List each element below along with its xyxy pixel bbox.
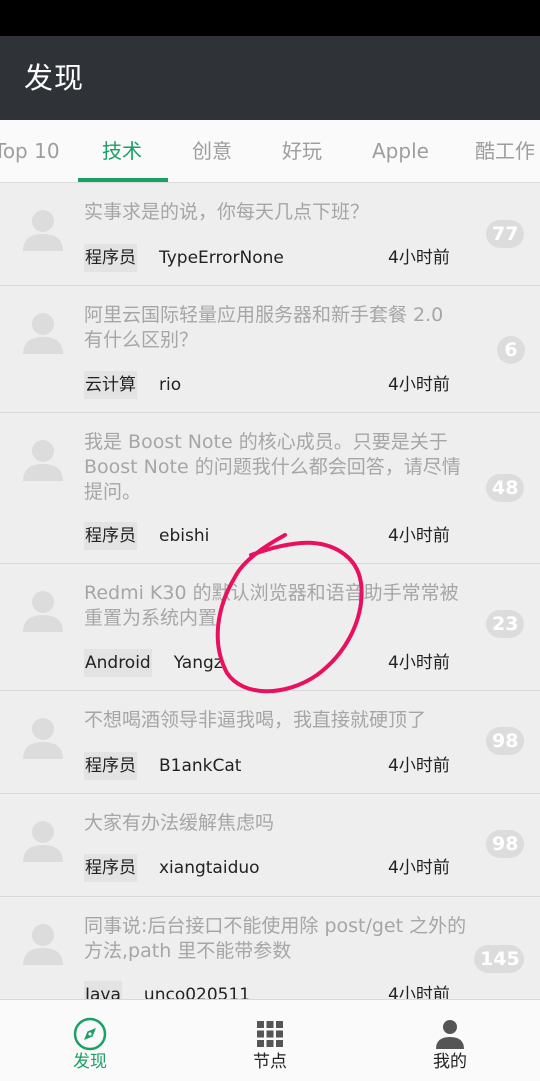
- username[interactable]: TypeErrorNone: [159, 244, 284, 272]
- avatar-placeholder-icon[interactable]: [16, 915, 70, 969]
- topic-meta: 云计算 rio: [84, 371, 181, 399]
- node-tag[interactable]: 云计算: [84, 371, 137, 399]
- reply-count-badge: 6: [497, 336, 525, 364]
- topic-meta: Android Yangz: [84, 649, 223, 677]
- avatar-placeholder-icon[interactable]: [16, 709, 70, 763]
- reply-count-badge: 48: [486, 474, 524, 502]
- grid-icon: [257, 1021, 283, 1047]
- tab-bar: Top 10 技术 创意 好玩 Apple 酷工作: [0, 120, 540, 183]
- username[interactable]: ebishi: [159, 522, 209, 550]
- tab-apple[interactable]: Apple: [372, 120, 429, 182]
- avatar-placeholder-icon[interactable]: [16, 582, 70, 636]
- topic-time: 4小时前: [388, 756, 450, 776]
- tab-fun[interactable]: 好玩: [282, 120, 322, 182]
- nav-profile[interactable]: 我的: [390, 1000, 510, 1081]
- topic-meta: 程序员 ebishi: [84, 522, 209, 550]
- reply-count-badge: 98: [486, 727, 524, 755]
- topic-time: 4小时前: [388, 858, 450, 878]
- topic-meta: Java unco020511: [84, 981, 250, 999]
- username[interactable]: Yangz: [174, 649, 223, 677]
- node-tag[interactable]: 程序员: [84, 752, 137, 780]
- topic-meta: 程序员 xiangtaiduo: [84, 854, 260, 882]
- page-title: 发现: [24, 61, 85, 95]
- topic-meta: 程序员 TypeErrorNone: [84, 244, 284, 272]
- reply-count-badge: 77: [486, 220, 524, 248]
- topic-item[interactable]: 我是 Boost Note 的核心成员。只要是关于 Boost Note 的问题…: [0, 413, 540, 564]
- topic-title[interactable]: 同事说:后台接口不能使用除 post/get 之外的方法,path 里不能带参数: [84, 914, 468, 964]
- node-tag[interactable]: 程序员: [84, 244, 137, 272]
- tab-creative[interactable]: 创意: [192, 120, 232, 182]
- app-bar: 发现: [0, 36, 540, 120]
- nav-label: 节点: [253, 1052, 287, 1072]
- topic-item[interactable]: 同事说:后台接口不能使用除 post/get 之外的方法,path 里不能带参数…: [0, 897, 540, 999]
- topic-item[interactable]: 不想喝酒领导非逼我喝，我直接就硬顶了 程序员 B1ankCat 4小时前 98: [0, 691, 540, 794]
- node-tag[interactable]: 程序员: [84, 854, 137, 882]
- topic-item[interactable]: 阿里云国际轻量应用服务器和新手套餐 2.0 有什么区别？ 云计算 rio 4小时前…: [0, 286, 540, 413]
- compass-icon: [73, 1017, 107, 1051]
- topic-item[interactable]: 实事求是的说，你每天几点下班？ 程序员 TypeErrorNone 4小时前 77: [0, 183, 540, 286]
- active-tab-indicator: [78, 178, 168, 182]
- bottom-navigation: 发现 节点 我的: [0, 999, 540, 1081]
- topic-list[interactable]: 实事求是的说，你每天几点下班？ 程序员 TypeErrorNone 4小时前 77…: [0, 183, 540, 999]
- topic-title[interactable]: 我是 Boost Note 的核心成员。只要是关于 Boost Note 的问题…: [84, 430, 468, 505]
- avatar-placeholder-icon[interactable]: [16, 304, 70, 358]
- tab-jobs[interactable]: 酷工作: [475, 120, 535, 182]
- username[interactable]: rio: [159, 371, 181, 399]
- topic-time: 4小时前: [388, 526, 450, 546]
- topic-time: 4小时前: [388, 375, 450, 395]
- username[interactable]: B1ankCat: [159, 752, 241, 780]
- topic-title[interactable]: 大家有办法缓解焦虑吗: [84, 811, 468, 836]
- node-tag[interactable]: Android: [84, 649, 152, 677]
- topic-title[interactable]: 不想喝酒领导非逼我喝，我直接就硬顶了: [84, 708, 468, 733]
- tab-tech[interactable]: 技术: [102, 120, 142, 182]
- nav-discover[interactable]: 发现: [30, 1000, 150, 1081]
- node-tag[interactable]: 程序员: [84, 522, 137, 550]
- tab-top10[interactable]: Top 10: [0, 120, 60, 182]
- username[interactable]: unco020511: [144, 981, 250, 999]
- nav-label: 发现: [73, 1052, 107, 1072]
- username[interactable]: xiangtaiduo: [159, 854, 260, 882]
- reply-count-badge: 145: [474, 945, 524, 973]
- topic-title[interactable]: 阿里云国际轻量应用服务器和新手套餐 2.0 有什么区别？: [84, 303, 468, 353]
- topic-item[interactable]: 大家有办法缓解焦虑吗 程序员 xiangtaiduo 4小时前 98: [0, 794, 540, 897]
- topic-time: 4小时前: [388, 248, 450, 268]
- topic-title[interactable]: 实事求是的说，你每天几点下班？: [84, 200, 468, 225]
- avatar-placeholder-icon[interactable]: [16, 201, 70, 255]
- node-tag[interactable]: Java: [84, 981, 122, 999]
- topic-time: 4小时前: [388, 653, 450, 673]
- reply-count-badge: 98: [486, 830, 524, 858]
- topic-item[interactable]: Redmi K30 的默认浏览器和语音助手常常被重置为系统内置 Android Y…: [0, 564, 540, 691]
- status-bar: [0, 0, 540, 36]
- person-icon: [436, 1020, 464, 1049]
- reply-count-badge: 23: [486, 610, 524, 638]
- topic-time: 4小时前: [388, 985, 450, 999]
- avatar-placeholder-icon[interactable]: [16, 812, 70, 866]
- avatar-placeholder-icon[interactable]: [16, 431, 70, 485]
- topic-title[interactable]: Redmi K30 的默认浏览器和语音助手常常被重置为系统内置: [84, 581, 468, 631]
- nav-nodes[interactable]: 节点: [210, 1000, 330, 1081]
- nav-label: 我的: [433, 1052, 467, 1072]
- topic-meta: 程序员 B1ankCat: [84, 752, 241, 780]
